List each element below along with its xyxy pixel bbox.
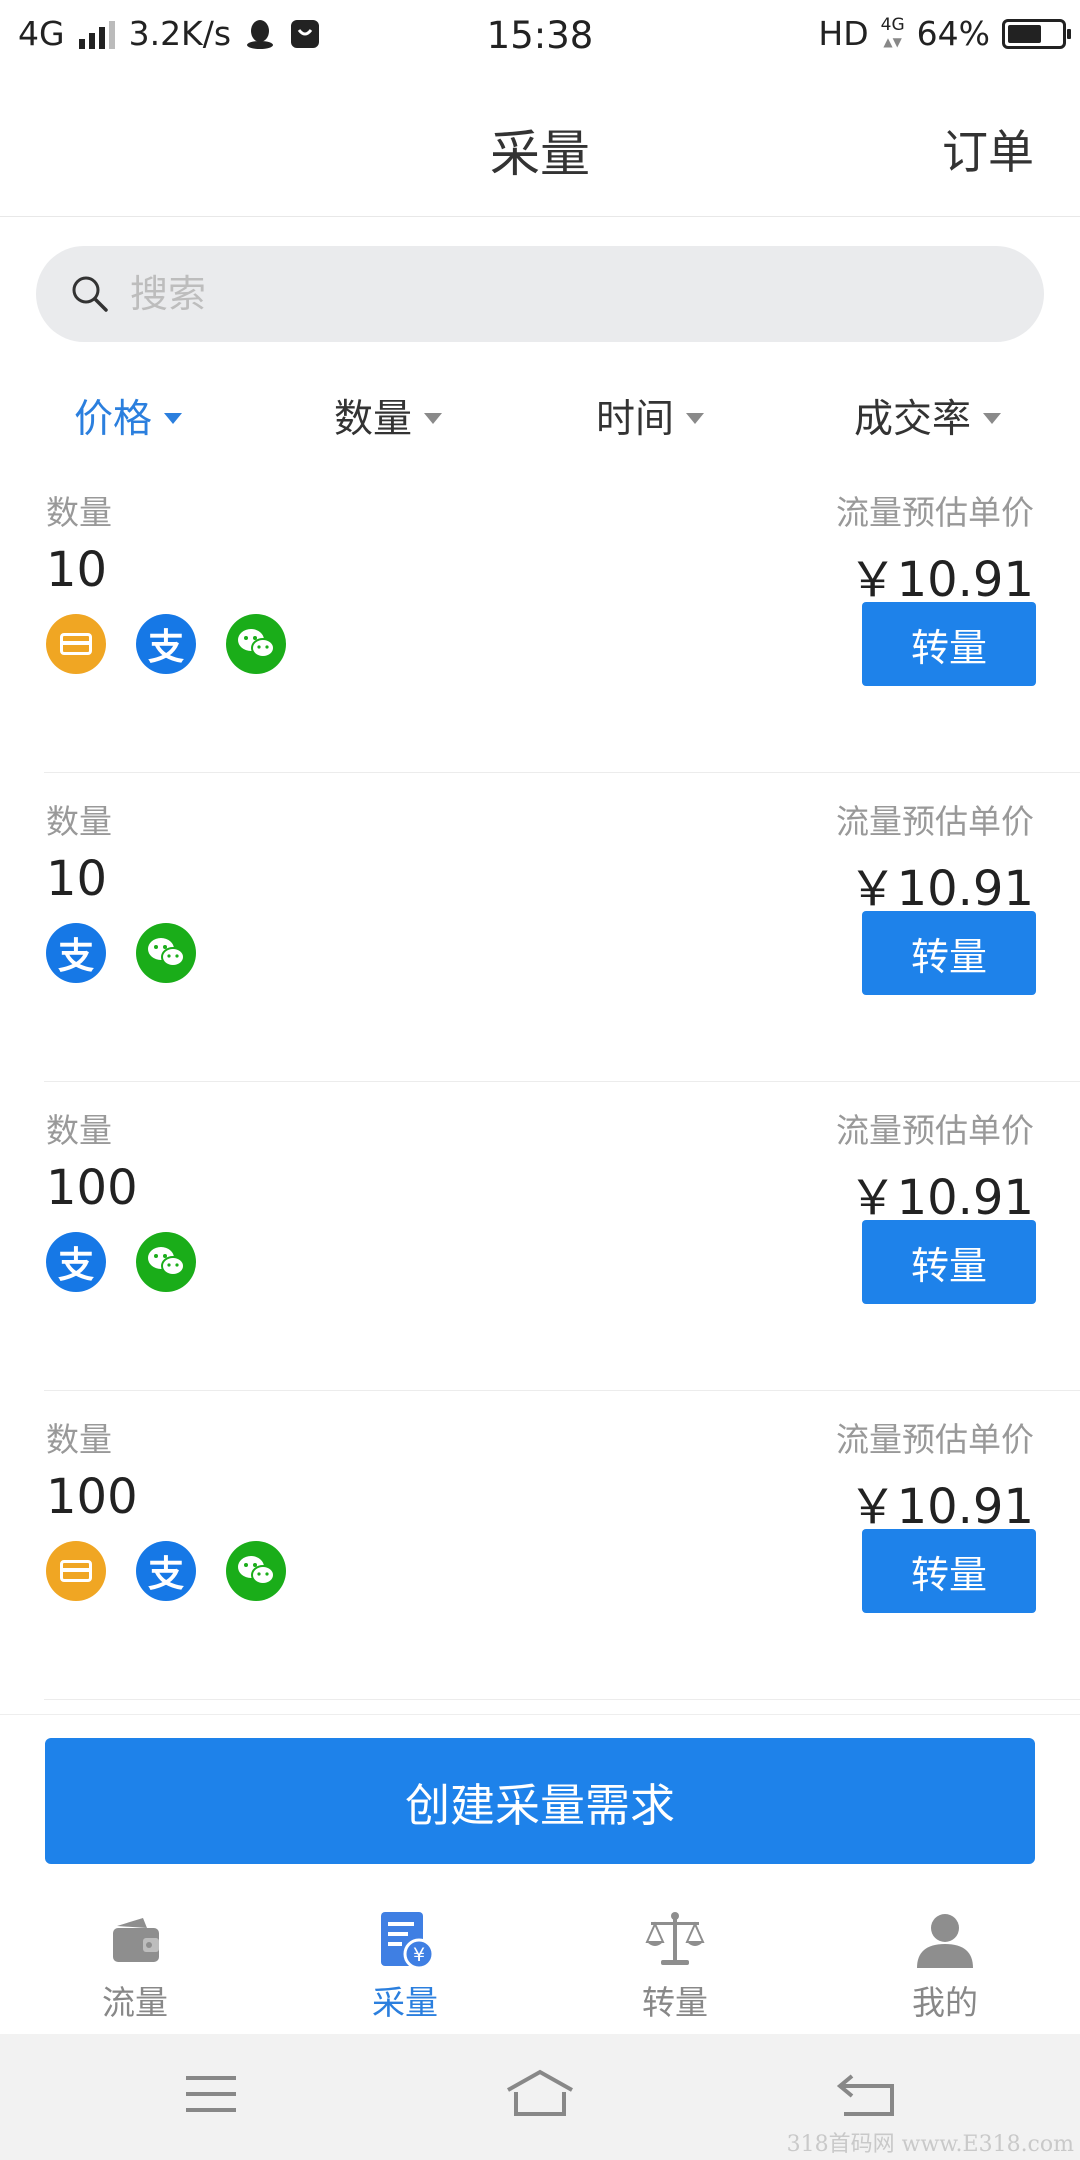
wechat-icon [226, 614, 286, 674]
battery-icon [1002, 18, 1071, 49]
menu-icon[interactable] [172, 2064, 252, 2124]
quantity-label: 数量 [46, 802, 112, 841]
divider [44, 1699, 1080, 1700]
hd-indicator: HD [818, 14, 869, 53]
search-bar[interactable] [36, 246, 1044, 342]
tab-traffic-label: 流量 [102, 1983, 168, 2022]
transfer-button[interactable]: 转量 [862, 1220, 1036, 1304]
svg-text:¥: ¥ [413, 1944, 425, 1966]
sort-time-label: 时间 [596, 397, 675, 442]
search-input[interactable] [128, 271, 932, 317]
sort-quantity[interactable]: 数量 [334, 388, 443, 444]
search-icon [72, 276, 108, 312]
tab-transfer-label: 转量 [642, 1983, 708, 2022]
data-4g-indicator: 4G ▲▼ [880, 14, 905, 49]
listing-card: 数量 10 流量预估单价 ￥10.91 支 转量 [0, 464, 1080, 773]
home-icon[interactable] [500, 2064, 580, 2124]
tab-purchase[interactable]: ¥ 采量 [270, 1900, 540, 2034]
tab-transfer[interactable]: 转量 [540, 1900, 810, 2034]
sort-price-label: 价格 [74, 397, 153, 442]
listing-card: 数量 10 流量预估单价 ￥10.91 支 转量 [0, 773, 1080, 1082]
status-bar: 4G 3.2K/s 15:38 HD 4G ▲▼ 64% [0, 0, 1080, 74]
tab-traffic[interactable]: 流量 [0, 1900, 270, 2034]
quantity-value: 100 [46, 1160, 138, 1216]
caret-down-icon [424, 412, 443, 424]
quantity-value: 10 [46, 542, 108, 598]
alipay-icon: 支 [136, 1541, 196, 1601]
tab-mine-label: 我的 [912, 1983, 978, 2022]
payment-methods: 支 [46, 614, 286, 674]
price-value: ￥10.91 [848, 552, 1034, 608]
quantity-label: 数量 [46, 1111, 112, 1150]
wallet-icon [113, 1918, 159, 1962]
orders-link[interactable]: 订单 [942, 116, 1034, 182]
scale-icon [645, 1912, 705, 1965]
listing-card: 数量 100 流量预估单价 ￥10.91 支 转量 [0, 1391, 1080, 1700]
wechat-icon [136, 923, 196, 983]
tab-mine[interactable]: 我的 [810, 1900, 1080, 2034]
bank-card-icon [46, 614, 106, 674]
sort-tabs: 价格 数量 时间 成交率 [0, 388, 1080, 458]
quantity-label: 数量 [46, 493, 112, 532]
system-nav-bar: 318首码网 www.E318.com [0, 2034, 1080, 2160]
quantity-label: 数量 [46, 1420, 112, 1459]
price-label: 流量预估单价 [836, 493, 1034, 532]
sort-price[interactable]: 价格 [74, 388, 183, 444]
watermark: 318首码网 www.E318.com [786, 2132, 1074, 2157]
payment-methods: 支 [46, 1541, 286, 1601]
quantity-value: 10 [46, 851, 108, 907]
caret-down-icon [164, 412, 183, 424]
create-bar: 创建采量需求 [0, 1714, 1080, 1901]
quantity-value: 100 [46, 1469, 138, 1525]
price-label: 流量预估单价 [836, 1111, 1034, 1150]
transfer-button[interactable]: 转量 [862, 1529, 1036, 1613]
payment-methods: 支 [46, 923, 196, 983]
person-icon [917, 1914, 973, 1968]
price-label: 流量预估单价 [836, 1420, 1034, 1459]
bank-card-icon [46, 1541, 106, 1601]
price-value: ￥10.91 [848, 1170, 1034, 1226]
alipay-icon: 支 [46, 1232, 106, 1292]
price-label: 流量预估单价 [836, 802, 1034, 841]
bottom-tab-bar: 流量 ¥ 采量 转量 我的 [0, 1900, 1080, 2034]
sort-quantity-label: 数量 [334, 397, 413, 442]
status-right: HD 4G ▲▼ 64% [818, 14, 1071, 53]
price-value: ￥10.91 [848, 1479, 1034, 1535]
wechat-icon [226, 1541, 286, 1601]
caret-down-icon [983, 412, 1002, 424]
purchase-doc-icon: ¥ [381, 1912, 435, 1970]
payment-methods: 支 [46, 1232, 196, 1292]
sort-time[interactable]: 时间 [596, 388, 705, 444]
tab-purchase-label: 采量 [372, 1983, 438, 2022]
page-title: 采量 [490, 125, 590, 183]
create-demand-button[interactable]: 创建采量需求 [45, 1738, 1035, 1864]
battery-percent: 64% [916, 14, 990, 53]
back-icon[interactable] [828, 2064, 908, 2124]
sort-deal-rate-label: 成交率 [854, 397, 972, 442]
listing-card: 数量 100 流量预估单价 ￥10.91 支 转量 [0, 1082, 1080, 1391]
app-header: 采量 订单 [0, 74, 1080, 217]
caret-down-icon [686, 412, 705, 424]
sort-deal-rate[interactable]: 成交率 [854, 388, 1002, 444]
alipay-icon: 支 [136, 614, 196, 674]
wechat-icon [136, 1232, 196, 1292]
transfer-button[interactable]: 转量 [862, 602, 1036, 686]
price-value: ￥10.91 [848, 861, 1034, 917]
transfer-button[interactable]: 转量 [862, 911, 1036, 995]
alipay-icon: 支 [46, 923, 106, 983]
